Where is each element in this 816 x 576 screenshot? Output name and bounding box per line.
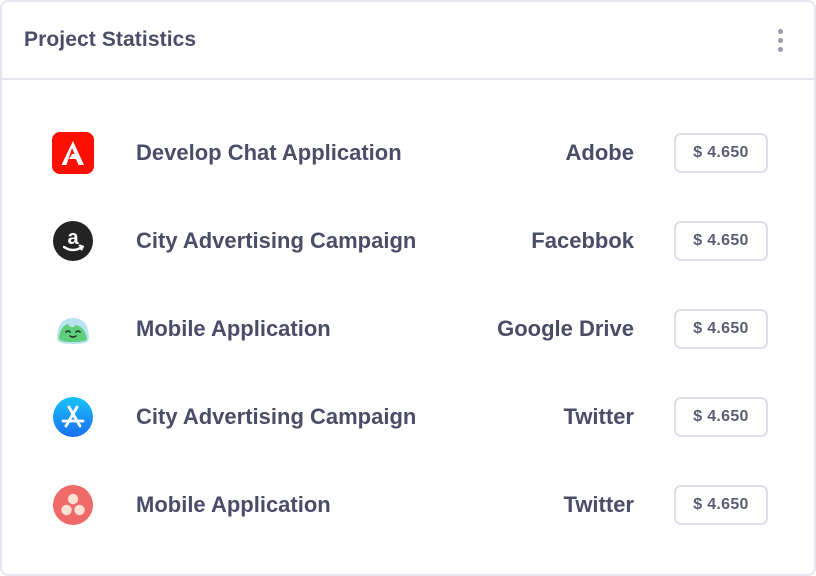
project-client: Facebbok (531, 228, 634, 253)
kebab-dot (777, 46, 783, 52)
project-row[interactable]: Mobile Application Twitter $ 4.650 (2, 462, 814, 550)
project-client: Twitter (563, 404, 634, 429)
project-client: Adobe (565, 140, 634, 165)
svg-text:a: a (67, 227, 79, 249)
project-price-badge: $ 4.650 (674, 133, 768, 173)
project-client: Google Drive (497, 316, 634, 341)
app-store-logo-icon (52, 396, 94, 438)
project-name: City Advertising Campaign (136, 404, 417, 429)
project-row[interactable]: Develop Chat Application Adobe $ 4.650 (2, 110, 814, 198)
project-price-badge: $ 4.650 (674, 485, 768, 525)
project-row[interactable]: Mobile Application Google Drive $ 4.650 (2, 286, 814, 374)
project-price-badge: $ 4.650 (674, 221, 768, 261)
kebab-dot (777, 37, 783, 43)
project-price-badge: $ 4.650 (674, 309, 768, 349)
kebab-vertical-icon[interactable] (770, 20, 790, 60)
card-title: Project Statistics (24, 28, 197, 51)
project-list: Develop Chat Application Adobe $ 4.650 a… (2, 110, 814, 550)
project-name: City Advertising Campaign (136, 228, 417, 253)
project-price-badge: $ 4.650 (674, 397, 768, 437)
asana-logo-icon (52, 484, 94, 526)
project-name: Mobile Application (136, 492, 331, 517)
adobe-logo-icon (52, 132, 94, 174)
project-statistics-card: Project Statistics Develop Chat Applicat… (0, 0, 816, 576)
project-name: Develop Chat Application (136, 140, 402, 165)
project-row[interactable]: City Advertising Campaign Twitter $ 4.65… (2, 374, 814, 462)
project-client: Twitter (563, 492, 634, 517)
project-name: Mobile Application (136, 316, 331, 341)
card-header: Project Statistics (2, 2, 814, 80)
kebab-dot (777, 28, 783, 34)
basecamp-logo-icon (52, 308, 94, 350)
project-row[interactable]: a City Advertising Campaign Facebbok $ 4… (2, 198, 814, 286)
amazon-logo-icon: a (52, 220, 94, 262)
